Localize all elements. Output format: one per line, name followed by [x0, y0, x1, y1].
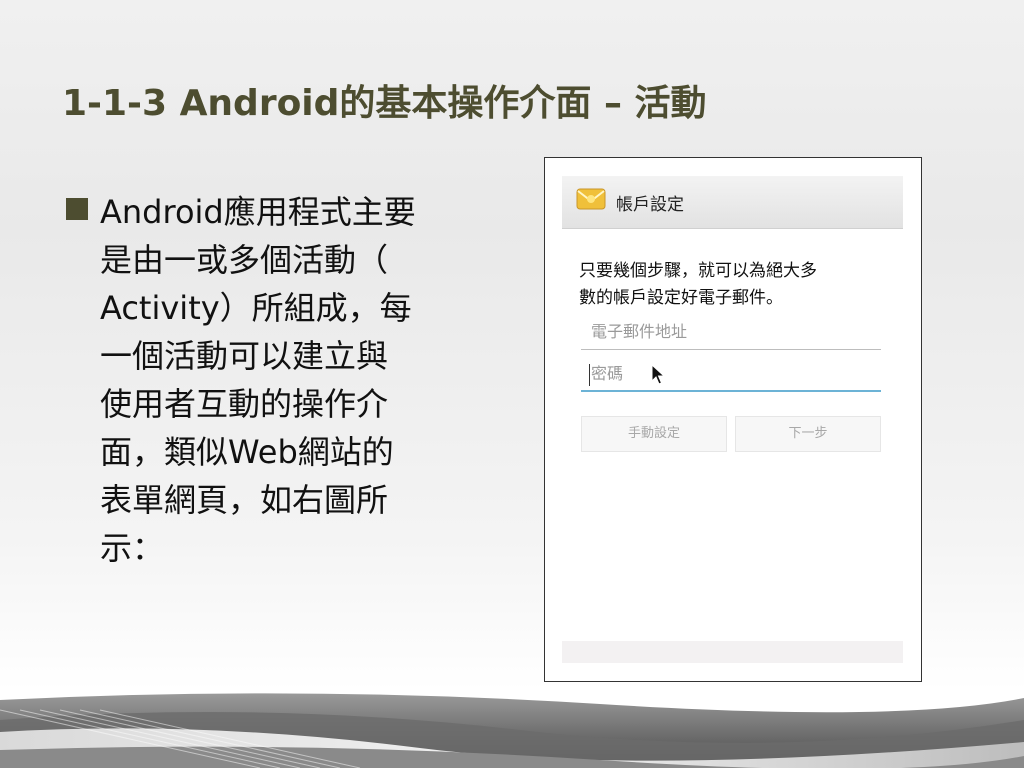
decorative-waves: [0, 693, 1024, 768]
bullet-line: Android應用程式主要: [100, 193, 416, 231]
square-bullet-icon: [66, 198, 88, 220]
instruction-line: 只要幾個步驟，就可以為絕大多: [579, 261, 817, 281]
bullet-line: 是由一或多個活動（: [100, 241, 389, 279]
bullet-line: 示：: [100, 529, 165, 567]
email-envelope-icon: [576, 188, 606, 210]
instruction-line: 數的帳戶設定好電子郵件。: [579, 288, 783, 308]
bullet-line: 表單網頁，如右圖所: [100, 481, 389, 519]
bottom-bar: [562, 641, 903, 663]
slide: 1-1-3 Android的基本操作介面 – 活動 Android應用程式主要 …: [0, 0, 1024, 768]
button-row: 手動設定 下一步: [581, 416, 883, 452]
app-title: 帳戶設定: [616, 195, 684, 215]
mouse-pointer-icon: [651, 364, 666, 385]
setup-instructions: 只要幾個步驟，就可以為絕大多 數的帳戶設定好電子郵件。: [579, 258, 889, 312]
next-button[interactable]: 下一步: [735, 416, 881, 452]
phone-screenshot: 帳戶設定 只要幾個步驟，就可以為絕大多 數的帳戶設定好電子郵件。 電子郵件地址 …: [544, 157, 922, 682]
bullet-line: 一個活動可以建立與: [100, 337, 389, 375]
password-placeholder: 密碼: [591, 364, 624, 383]
bullet-line: 使用者互動的操作介: [100, 385, 389, 423]
bullet-text: Android應用程式主要 是由一或多個活動（ Activity）所組成，每 一…: [100, 188, 470, 572]
slide-title: 1-1-3 Android的基本操作介面 – 活動: [62, 83, 707, 124]
password-field[interactable]: 密碼: [581, 360, 881, 392]
text-caret: [589, 364, 590, 386]
bullet-line: 面，類似Web網站的: [100, 433, 394, 471]
email-field[interactable]: 電子郵件地址: [581, 318, 881, 350]
app-action-bar: 帳戶設定: [562, 176, 903, 229]
email-placeholder: 電子郵件地址: [591, 322, 688, 341]
manual-setup-button[interactable]: 手動設定: [581, 416, 727, 452]
bullet-line: Activity）所組成，每: [100, 289, 412, 327]
